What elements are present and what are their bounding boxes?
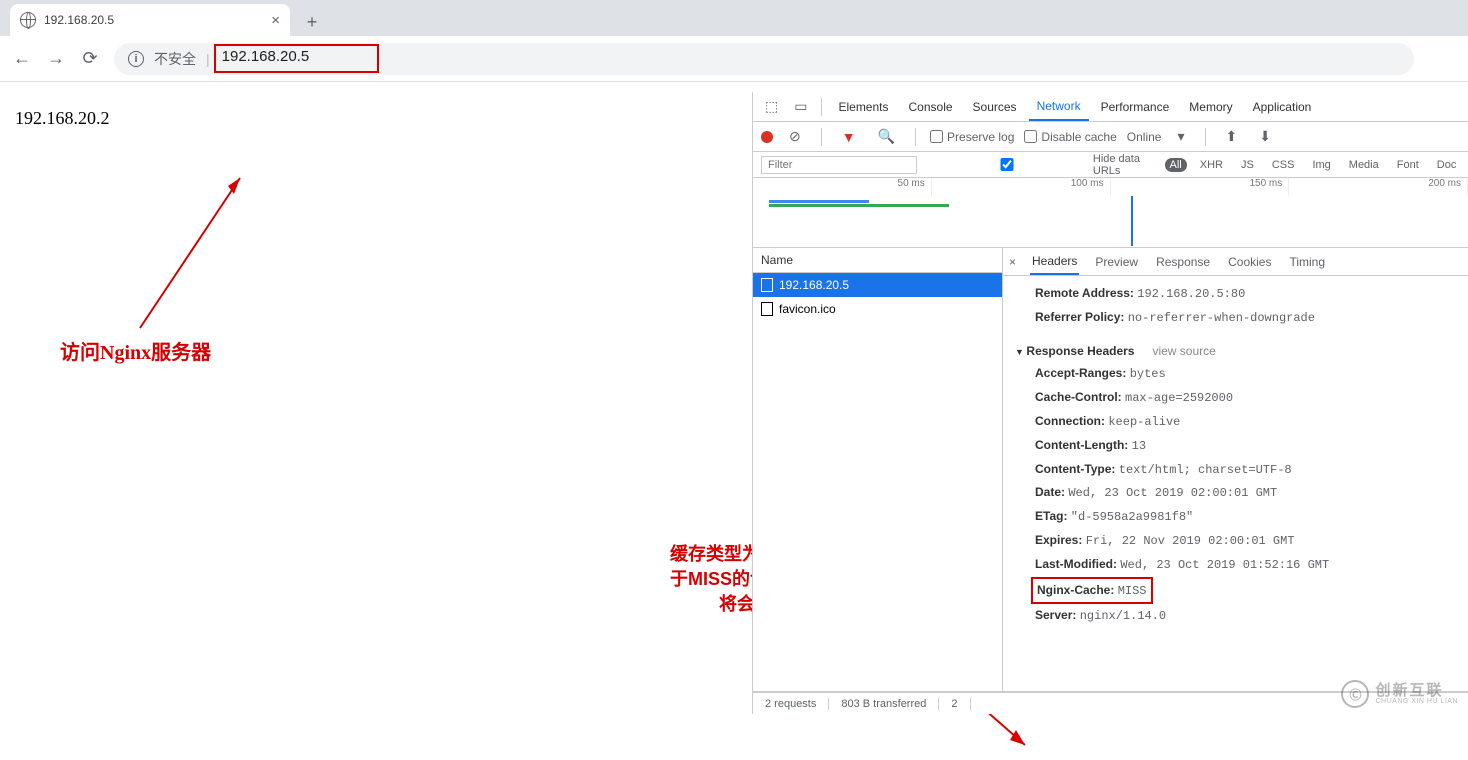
status-transferred: 803 B transferred [829,698,939,710]
response-header-row: Date: Wed, 23 Oct 2019 02:00:01 GMT [1015,481,1456,505]
browser-tab[interactable]: 192.168.20.5 × [10,4,290,36]
response-header-row: Cache-Control: max-age=2592000 [1015,386,1456,410]
url-highlight-box: 192.168.20.5 [214,44,380,73]
request-row[interactable]: favicon.ico [753,297,1002,321]
globe-icon [20,12,36,28]
tab-memory[interactable]: Memory [1181,94,1240,120]
network-filter-bar: Hide data URLs All XHR JS CSS Img Media … [753,152,1468,178]
clear-icon[interactable]: ⊘ [783,124,807,149]
site-info-icon[interactable]: i [128,51,144,67]
insecure-label: 不安全 [154,49,196,69]
request-row[interactable]: 192.168.20.5 [753,273,1002,297]
headers-pane: Remote Address: 192.168.20.5:80 Referrer… [1003,276,1468,634]
request-list: Name 192.168.20.5 favicon.ico [753,248,1003,691]
network-toolbar: ⊘ ▼ 🔍 Preserve log Disable cache Online … [753,122,1468,152]
filter-type-img[interactable]: Img [1307,158,1335,172]
preserve-log-checkbox[interactable]: Preserve log [930,130,1014,144]
devtools-panel: ⬚ ▭ Elements Console Sources Network Per… [752,92,1468,714]
response-header-row: Connection: keep-alive [1015,410,1456,434]
response-header-row: Nginx-Cache: MISS [1015,577,1456,605]
chevron-down-icon[interactable]: ▾ [1171,124,1190,149]
download-icon[interactable]: ⬇ [1253,124,1277,149]
watermark-logo-icon: Ⓒ [1341,680,1369,708]
filter-type-css[interactable]: CSS [1267,158,1300,172]
inspect-icon[interactable]: ⬚ [759,94,784,119]
browser-tab-bar: 192.168.20.5 × + [0,0,1468,36]
filter-type-xhr[interactable]: XHR [1195,158,1228,172]
annotation-text-1: 访问Nginx服务器 [60,336,211,365]
name-column-header[interactable]: Name [753,248,1002,273]
tab-performance[interactable]: Performance [1093,94,1178,120]
request-detail: × Headers Preview Response Cookies Timin… [1003,248,1468,691]
status-extra: 2 [939,698,970,710]
page-body-text: 192.168.20.2 [15,108,110,129]
record-button[interactable] [761,131,773,143]
response-header-row: Last-Modified: Wed, 23 Oct 2019 01:52:16… [1015,553,1456,577]
response-header-row: ETag: "d-5958a2a9981f8" [1015,505,1456,529]
watermark: Ⓒ 创新互联 CHUANG XIN HU LIAN [1341,680,1458,708]
upload-icon[interactable]: ⬆ [1220,124,1244,149]
network-body: Name 192.168.20.5 favicon.ico × Headers … [753,248,1468,692]
header-remote-address: Remote Address: 192.168.20.5:80 [1015,282,1456,306]
tab-console[interactable]: Console [901,94,961,120]
detail-tab-response[interactable]: Response [1154,250,1212,274]
tab-elements[interactable]: Elements [830,94,896,120]
filter-type-media[interactable]: Media [1344,158,1384,172]
hide-data-urls-checkbox[interactable]: Hide data URLs [925,153,1157,177]
detail-tab-bar: × Headers Preview Response Cookies Timin… [1003,248,1468,276]
filter-type-font[interactable]: Font [1392,158,1424,172]
response-header-row: Server: nginx/1.14.0 [1015,604,1456,628]
detail-tab-cookies[interactable]: Cookies [1226,250,1273,274]
response-header-row: Expires: Fri, 22 Nov 2019 02:00:01 GMT [1015,529,1456,553]
reload-button[interactable]: ⟳ [80,49,100,69]
tab-title: 192.168.20.5 [44,13,263,27]
tab-network[interactable]: Network [1029,93,1089,121]
detail-tab-timing[interactable]: Timing [1287,250,1327,274]
online-status[interactable]: Online [1127,130,1162,144]
filter-icon[interactable]: ▼ [836,125,862,149]
device-mode-icon[interactable]: ▭ [788,94,813,119]
back-button[interactable]: ← [12,49,32,69]
filter-input[interactable] [761,156,917,174]
response-header-row: Accept-Ranges: bytes [1015,362,1456,386]
status-requests: 2 requests [753,698,829,710]
header-referrer-policy: Referrer Policy: no-referrer-when-downgr… [1015,306,1456,330]
tab-sources[interactable]: Sources [965,94,1025,120]
document-icon [761,302,773,316]
close-detail-icon[interactable]: × [1009,255,1016,269]
filter-type-all[interactable]: All [1165,158,1187,172]
close-tab-icon[interactable]: × [271,12,280,29]
response-headers-section[interactable]: Response Headersview source [1015,340,1456,363]
devtools-tab-bar: ⬚ ▭ Elements Console Sources Network Per… [753,92,1468,122]
disable-cache-checkbox[interactable]: Disable cache [1024,130,1116,144]
page-viewport: 192.168.20.2 访问Nginx服务器 缓存类型为MISS，关 于MIS… [0,82,1468,714]
filter-type-doc[interactable]: Doc [1432,158,1462,172]
tab-application[interactable]: Application [1245,94,1320,120]
address-bar[interactable]: i 不安全 | 192.168.20.5 [114,43,1414,75]
waterfall-overview[interactable]: 50 ms 100 ms 150 ms 200 ms [753,178,1468,248]
search-icon[interactable]: 🔍 [872,124,901,149]
browser-toolbar: ← → ⟳ i 不安全 | 192.168.20.5 [0,36,1468,82]
filter-type-js[interactable]: JS [1236,158,1259,172]
url-text: 192.168.20.5 [222,48,310,65]
response-header-row: Content-Type: text/html; charset=UTF-8 [1015,458,1456,482]
detail-tab-preview[interactable]: Preview [1093,250,1140,274]
response-header-row: Content-Length: 13 [1015,434,1456,458]
forward-button[interactable]: → [46,49,66,69]
annotation-arrow-1 [120,168,260,348]
document-icon [761,278,773,292]
detail-tab-headers[interactable]: Headers [1030,249,1079,275]
new-tab-button[interactable]: + [298,8,326,36]
